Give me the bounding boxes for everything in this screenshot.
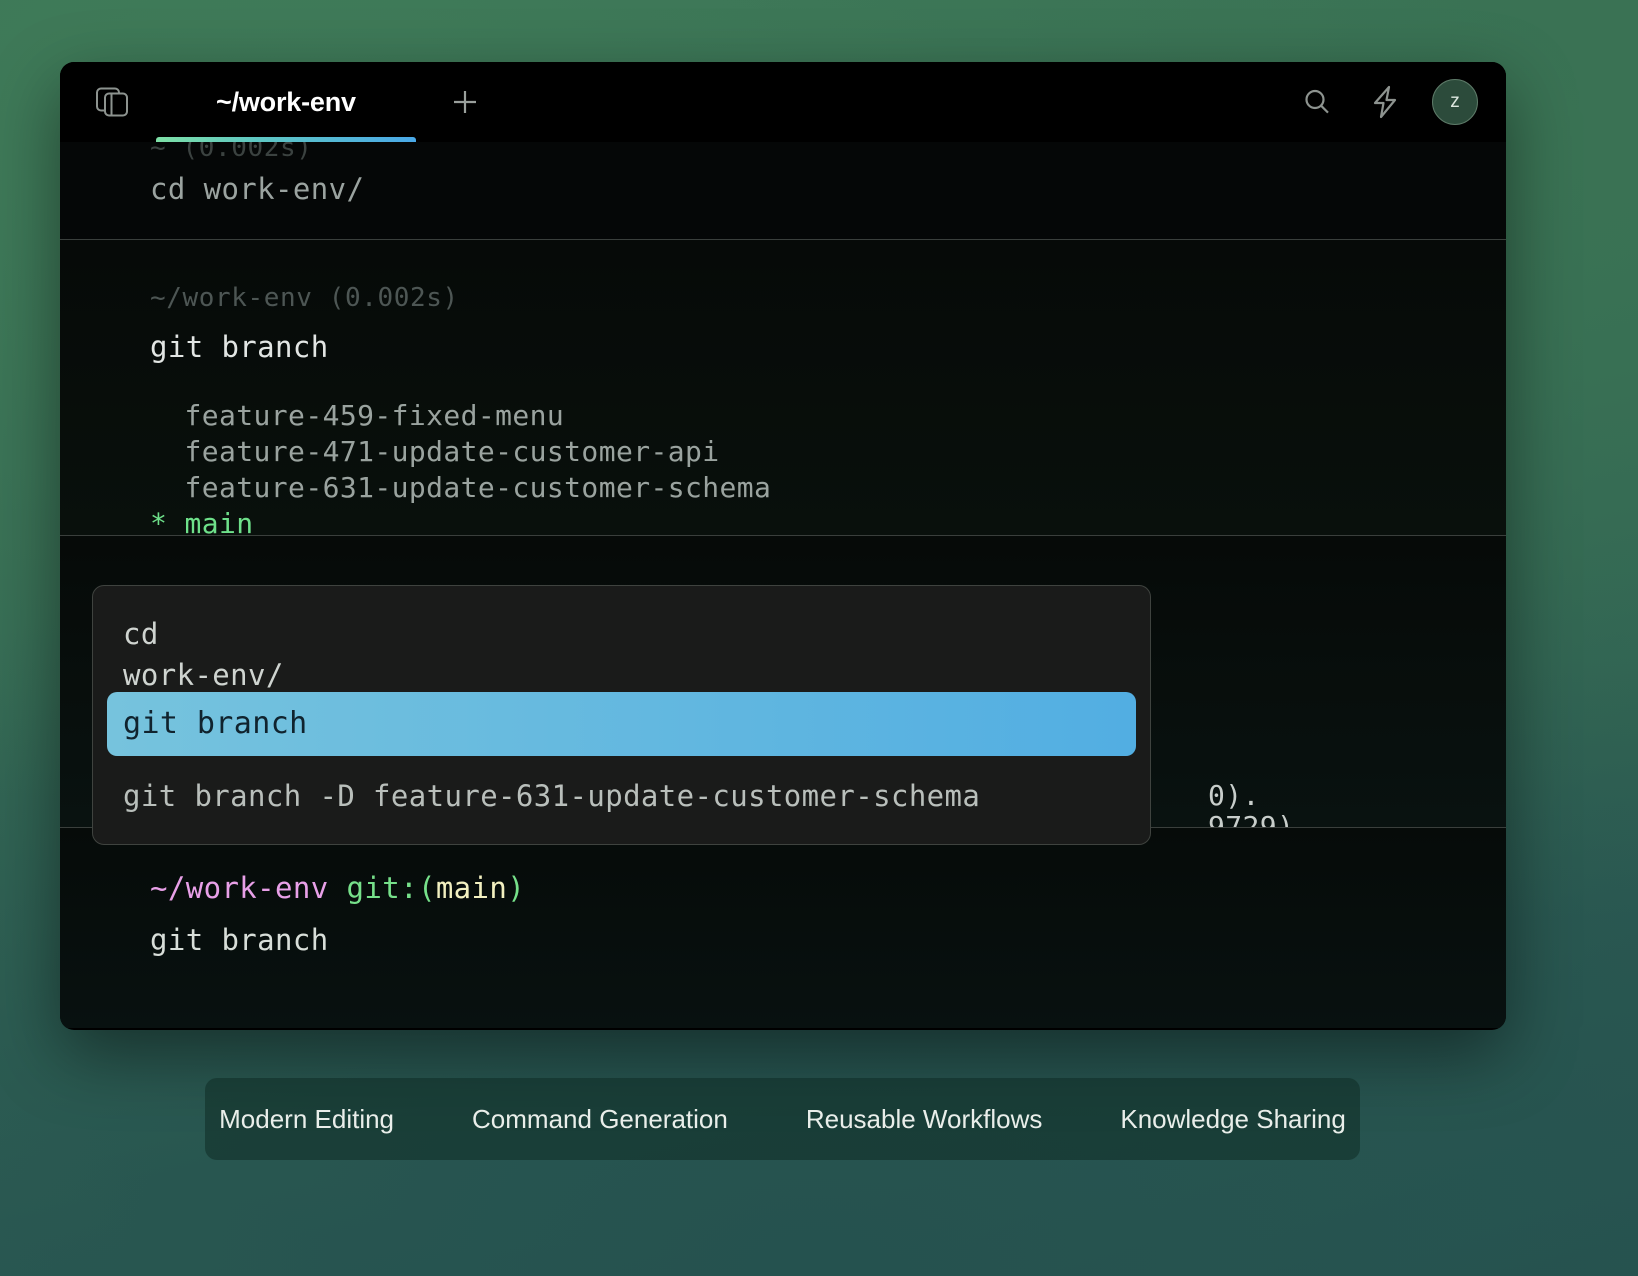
- terminal-window: ~/work-env z ~ (0.002s) cd work-env/ ~/w…: [60, 62, 1506, 1030]
- prompt-paren-close: ): [507, 871, 526, 905]
- command-suggestion-popup[interactable]: cd work-env/ git branch git branch -D fe…: [92, 585, 1151, 845]
- lightning-icon[interactable]: [1364, 81, 1406, 123]
- feature-pill-bar: Modern Editing Command Generation Reusab…: [205, 1078, 1360, 1160]
- block-meta: ~/work-env (0.002s): [150, 283, 459, 313]
- prompt-path: ~/work-env: [150, 871, 329, 905]
- active-command-input[interactable]: git branch: [150, 914, 1506, 966]
- search-icon[interactable]: [1296, 81, 1338, 123]
- panel-toggle-icon[interactable]: [90, 82, 134, 122]
- suggestion-item[interactable]: git branch -D feature-631-update-custome…: [93, 774, 1150, 818]
- tab-work-env[interactable]: ~/work-env: [156, 62, 416, 142]
- feature-reusable-workflows[interactable]: Reusable Workflows: [792, 1098, 1057, 1141]
- block-command: cd work-env/: [150, 172, 365, 206]
- branch-list-item: feature-631-update-customer-schema: [150, 471, 772, 504]
- shell-prompt: ~/work-env git:(main): [150, 862, 1506, 914]
- suggestion-item[interactable]: cd work-env/: [93, 614, 1150, 696]
- terminal-block-active-prompt[interactable]: ~/work-env git:(main) git branch: [60, 827, 1506, 1028]
- terminal-block-cd[interactable]: ~ (0.002s) cd work-env/: [60, 142, 1506, 239]
- title-bar: ~/work-env z: [60, 62, 1506, 142]
- block-command: git branch: [150, 330, 329, 364]
- obscured-output-fragment: 0).: [1208, 779, 1260, 812]
- avatar-initial: z: [1450, 91, 1460, 112]
- branch-list-item: feature-471-update-customer-api: [150, 435, 720, 468]
- terminal-block-git-branch[interactable]: ~/work-env (0.002s) git branch feature-4…: [60, 239, 1506, 540]
- prompt-branch: main: [435, 871, 508, 905]
- avatar[interactable]: z: [1432, 79, 1478, 125]
- feature-command-generation[interactable]: Command Generation: [458, 1098, 742, 1141]
- branch-list-item: feature-459-fixed-menu: [150, 399, 565, 432]
- prompt-paren-open: (: [417, 871, 436, 905]
- terminal-body[interactable]: ~ (0.002s) cd work-env/ ~/work-env (0.00…: [60, 142, 1506, 1030]
- feature-knowledge-sharing[interactable]: Knowledge Sharing: [1106, 1098, 1360, 1141]
- feature-modern-editing[interactable]: Modern Editing: [205, 1098, 408, 1141]
- prompt-git-label: git:: [346, 871, 418, 905]
- tab-label: ~/work-env: [216, 86, 356, 117]
- new-tab-button[interactable]: [442, 79, 488, 125]
- titlebar-actions: z: [1296, 62, 1478, 142]
- suggestion-item-selected[interactable]: git branch: [107, 692, 1136, 756]
